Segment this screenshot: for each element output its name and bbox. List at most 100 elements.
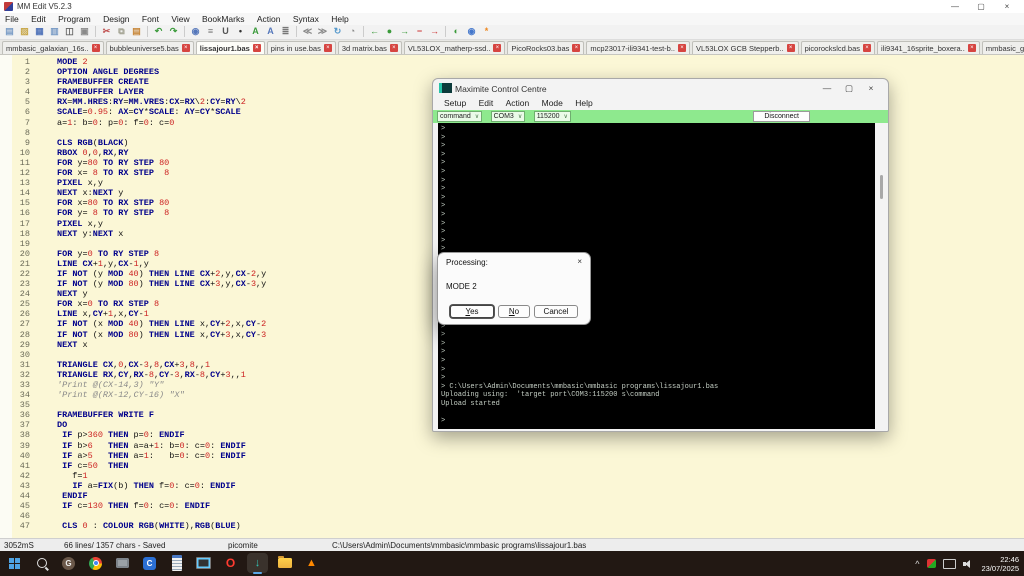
font-grow-icon[interactable]: A bbox=[249, 25, 262, 38]
dialog-close-icon[interactable]: × bbox=[577, 257, 582, 266]
tray-chevron-up-icon[interactable]: ^ bbox=[915, 559, 919, 569]
mcc-menu-edit[interactable]: Edit bbox=[474, 97, 499, 109]
indent-right-icon[interactable]: ≫ bbox=[316, 25, 329, 38]
editor-tab[interactable]: 3d matrix.bas× bbox=[338, 41, 402, 54]
tab-close-icon[interactable]: × bbox=[182, 44, 190, 52]
tab-close-icon[interactable]: × bbox=[324, 44, 332, 52]
preview-icon[interactable]: ◔ bbox=[346, 25, 359, 38]
port-select[interactable]: COM3∨ bbox=[491, 111, 526, 122]
taskbar-explorer-icon[interactable] bbox=[274, 553, 295, 573]
close-icon[interactable]: × bbox=[994, 0, 1020, 13]
indent-left-icon[interactable]: ≪ bbox=[301, 25, 314, 38]
new-file-icon[interactable]: ▤ bbox=[3, 25, 16, 38]
tab-close-icon[interactable]: × bbox=[787, 44, 795, 52]
tray-display-icon[interactable] bbox=[943, 559, 956, 569]
mcc-menu-mode[interactable]: Mode bbox=[537, 97, 568, 109]
taskbar-notepad-icon[interactable] bbox=[166, 553, 187, 573]
menu-program[interactable]: Program bbox=[53, 13, 96, 25]
mode-select[interactable]: command∨ bbox=[437, 111, 482, 122]
redo-icon[interactable]: ↷ bbox=[167, 25, 180, 38]
yes-button[interactable]: Yes bbox=[450, 305, 494, 318]
web-icon[interactable]: ◐ bbox=[450, 25, 463, 38]
disconnect-button[interactable]: Disconnect bbox=[753, 111, 810, 122]
terminal-scrollbar[interactable] bbox=[880, 127, 883, 423]
taskbar-opera-icon[interactable]: O bbox=[220, 553, 241, 573]
editor-tab[interactable]: mmbasic_galaxian_16s..× bbox=[2, 41, 104, 54]
step-icon[interactable]: → bbox=[428, 25, 441, 38]
tab-close-icon[interactable]: × bbox=[253, 44, 261, 52]
mcc-minimize-icon[interactable]: — bbox=[816, 81, 838, 95]
print-icon[interactable]: ▣ bbox=[78, 25, 91, 38]
tab-close-icon[interactable]: × bbox=[968, 44, 976, 52]
mcc-menu-help[interactable]: Help bbox=[570, 97, 597, 109]
taskbar-clock[interactable]: 22:46 23/07/2025 bbox=[981, 555, 1019, 573]
mcc-menu-action[interactable]: Action bbox=[501, 97, 535, 109]
menu-edit[interactable]: Edit bbox=[26, 13, 51, 25]
save-all-icon[interactable]: ▥ bbox=[48, 25, 61, 38]
bullet-icon[interactable]: • bbox=[234, 25, 247, 38]
editor-tab[interactable]: PicoRocks03.bas× bbox=[507, 41, 584, 54]
save-icon[interactable]: ▦ bbox=[33, 25, 46, 38]
editor-tab[interactable]: VL53LOX_matherp-ssd..× bbox=[404, 41, 506, 54]
font-shrink-icon[interactable]: A bbox=[264, 25, 277, 38]
mcc-menu-setup[interactable]: Setup bbox=[439, 97, 471, 109]
tray-app-icon[interactable] bbox=[927, 559, 936, 568]
stop-icon[interactable]: − bbox=[413, 25, 426, 38]
cancel-button[interactable]: Cancel bbox=[534, 305, 578, 318]
open-file-icon[interactable]: ▨ bbox=[18, 25, 31, 38]
tab-close-icon[interactable]: × bbox=[572, 44, 580, 52]
minimize-icon[interactable]: — bbox=[942, 0, 968, 13]
editor-tab[interactable]: bubbleuniverse5.bas× bbox=[106, 41, 194, 54]
menu-bookmarks[interactable]: BookMarks bbox=[197, 13, 250, 25]
copy-icon[interactable]: ⧉ bbox=[115, 25, 128, 38]
tab-close-icon[interactable]: × bbox=[92, 44, 100, 52]
taskbar-gimp-icon[interactable]: G bbox=[58, 553, 79, 573]
editor-tab[interactable]: mcp23017-ili9341-test-b..× bbox=[586, 41, 690, 54]
menu-font[interactable]: Font bbox=[137, 13, 164, 25]
paste-icon[interactable]: ▤ bbox=[130, 25, 143, 38]
undo-icon[interactable]: ↶ bbox=[152, 25, 165, 38]
list-icon[interactable]: ≡ bbox=[204, 25, 217, 38]
snapshot-icon[interactable]: ◫ bbox=[63, 25, 76, 38]
taskbar-capp-icon[interactable]: C bbox=[139, 553, 160, 573]
nav-forward-icon[interactable]: → bbox=[398, 25, 411, 38]
find-icon[interactable]: ◉ bbox=[189, 25, 202, 38]
line-list-icon[interactable]: ≣ bbox=[279, 25, 292, 38]
taskbar-mmcc-icon[interactable]: ↓ bbox=[247, 553, 268, 573]
nav-back-icon[interactable]: ← bbox=[368, 25, 381, 38]
taskbar-search-icon[interactable] bbox=[31, 553, 52, 573]
taskbar-start-icon[interactable] bbox=[4, 553, 25, 573]
editor-tab[interactable]: picorockslcd.bas× bbox=[801, 41, 875, 54]
no-button[interactable]: No bbox=[498, 305, 530, 318]
uppercase-icon[interactable]: U bbox=[219, 25, 232, 38]
mcc-maximize-icon[interactable]: ▢ bbox=[838, 81, 860, 95]
editor-tab[interactable]: mmbasic_galaxiangam..× bbox=[982, 41, 1024, 54]
tab-close-icon[interactable]: × bbox=[493, 44, 501, 52]
tab-close-icon[interactable]: × bbox=[390, 44, 398, 52]
help-web-icon[interactable]: ◉ bbox=[465, 25, 478, 38]
menu-syntax[interactable]: Syntax bbox=[288, 13, 324, 25]
menu-view[interactable]: View bbox=[166, 13, 194, 25]
editor-tab[interactable]: ili9341_16sprite_boxera..× bbox=[877, 41, 980, 54]
scrollbar-thumb[interactable] bbox=[880, 175, 883, 199]
tray-speaker-icon[interactable] bbox=[963, 559, 973, 569]
taskbar-monitor-icon[interactable] bbox=[193, 553, 214, 573]
taskbar-vlc-icon[interactable]: ▲ bbox=[301, 553, 322, 573]
editor-tab[interactable]: pins in use.bas× bbox=[267, 41, 336, 54]
menu-help[interactable]: Help bbox=[326, 13, 353, 25]
taskbar-chrome-icon[interactable] bbox=[85, 553, 106, 573]
menu-file[interactable]: File bbox=[0, 13, 24, 25]
tab-close-icon[interactable]: × bbox=[863, 44, 871, 52]
maximize-icon[interactable]: ▢ bbox=[968, 0, 994, 13]
taskbar-rdp-icon[interactable] bbox=[112, 553, 133, 573]
tab-close-icon[interactable]: × bbox=[678, 44, 686, 52]
mcc-close-icon[interactable]: × bbox=[860, 81, 882, 95]
menu-design[interactable]: Design bbox=[98, 13, 134, 25]
cut-icon[interactable]: ✂ bbox=[100, 25, 113, 38]
refresh-icon[interactable]: ↻ bbox=[331, 25, 344, 38]
run-icon[interactable]: ● bbox=[383, 25, 396, 38]
baud-select[interactable]: 115200∨ bbox=[534, 111, 571, 122]
editor-tab[interactable]: VL53LOX GCB Stepperb..× bbox=[692, 41, 799, 54]
menu-action[interactable]: Action bbox=[252, 13, 286, 25]
editor-tab[interactable]: lissajour1.bas× bbox=[196, 41, 265, 54]
